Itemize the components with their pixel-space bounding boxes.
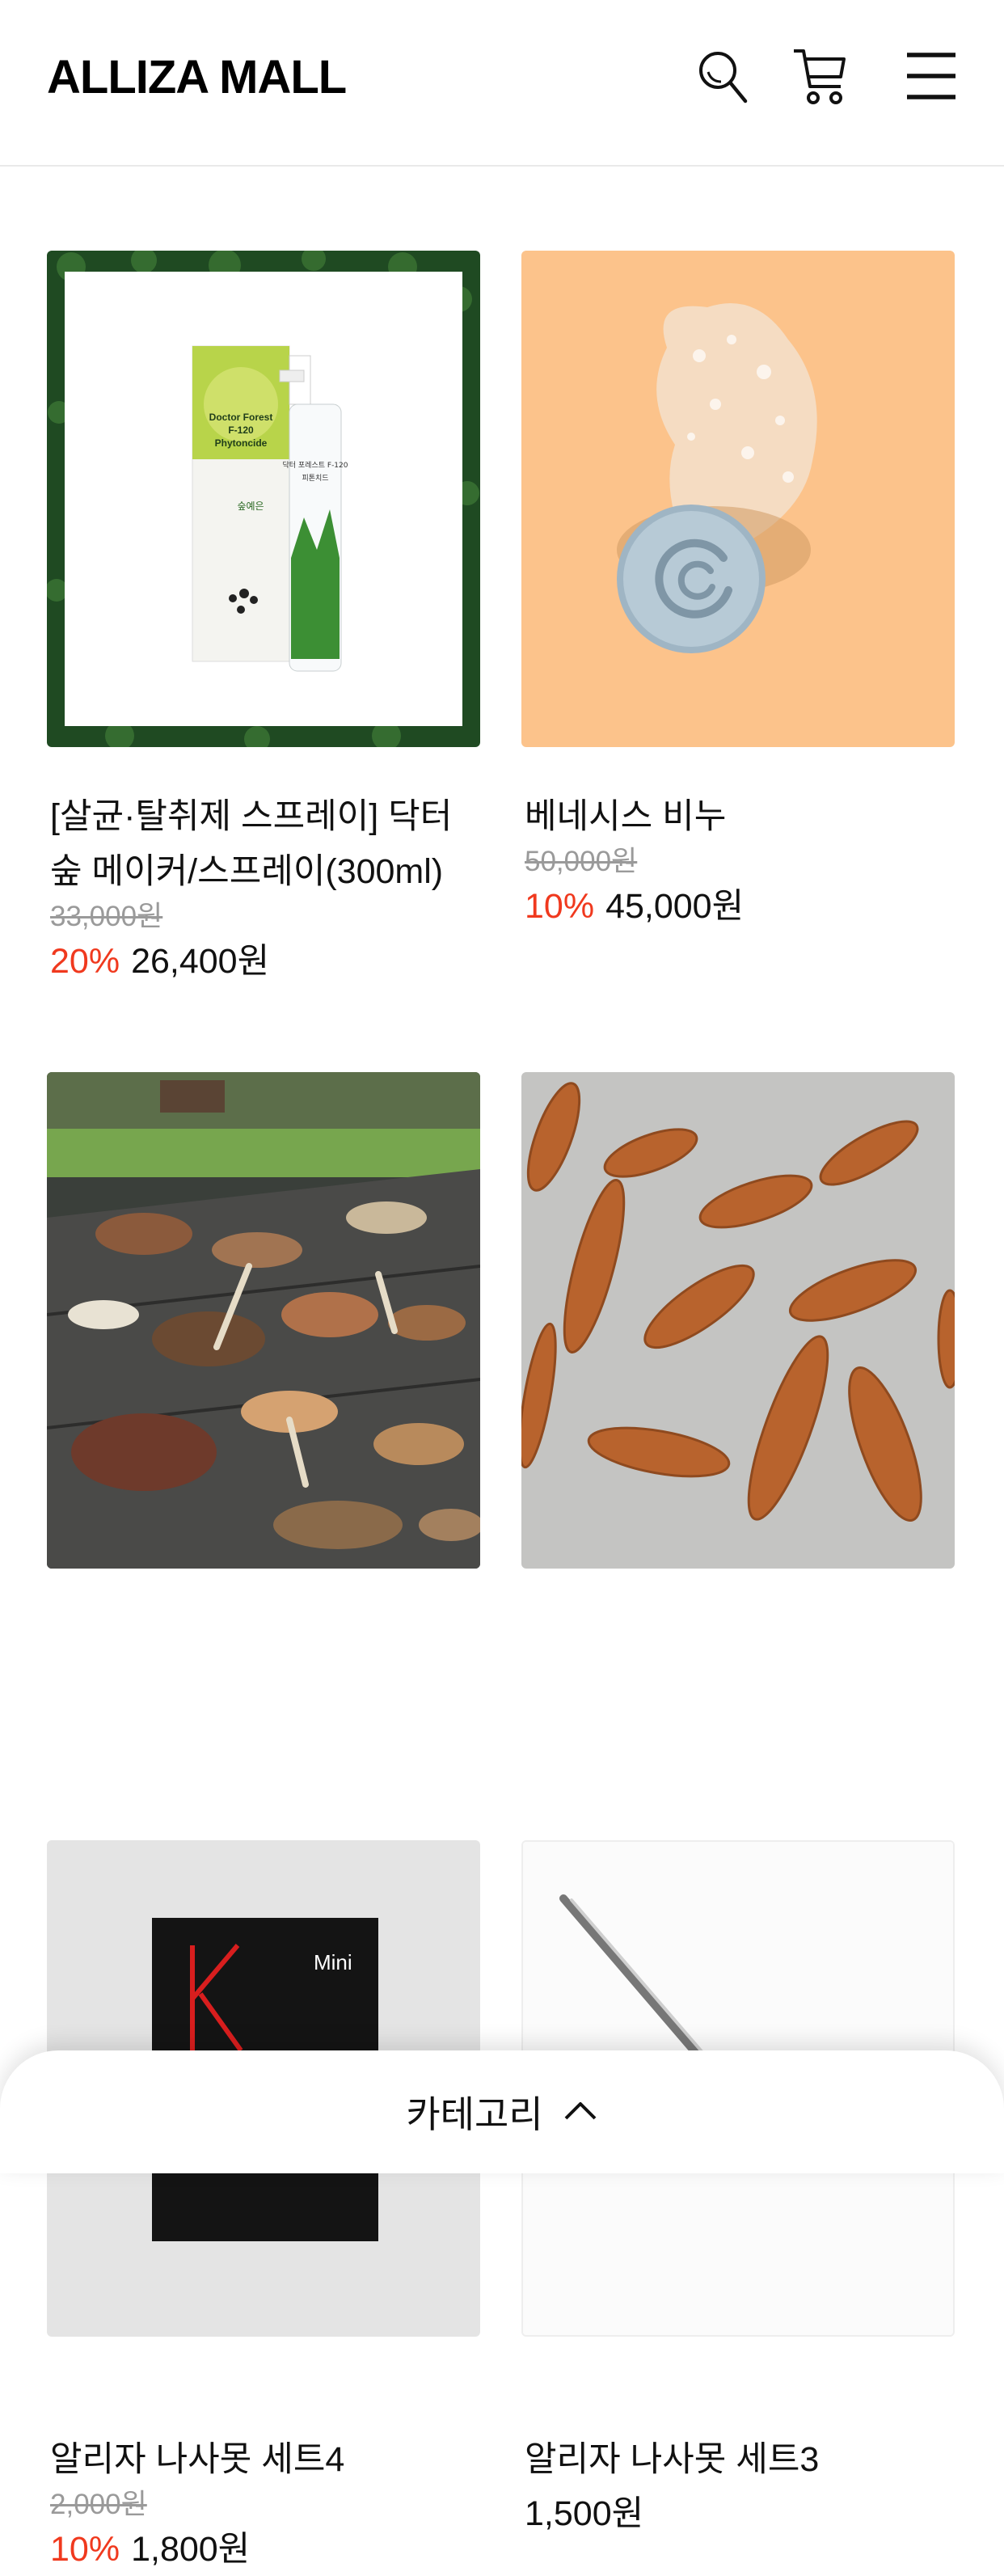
price-line: 1,500원 [525,2487,953,2540]
brand-logo[interactable]: ALLIZA MALL [47,50,347,104]
search-icon[interactable] [689,42,757,110]
bottle-label-text: 닥터 포레스트 F-120 [282,461,348,470]
product-name[interactable]: 베네시스 비누 [525,789,953,844]
chevron-up-icon[interactable] [563,2099,598,2126]
discount-rate: 10% [525,887,595,926]
product-image[interactable]: Doctor Forest F-120 Phytoncide 숲예은 닥터 포레… [47,251,480,747]
box-logo-text: 숲예은 [237,500,264,512]
product-image[interactable] [47,1072,480,1569]
product-name[interactable]: 알리자 나사못 세트3 [525,2432,953,2487]
bottle-type-text: 피톤치드 [302,473,328,483]
header: ALLIZA MALL [0,0,1004,167]
product-name[interactable]: 알리자 나사못 세트4 [50,2432,479,2487]
product-image[interactable] [521,251,955,747]
sale-price: 45,000원 [605,887,745,926]
sale-price: 1,500원 [525,2494,644,2533]
box-type-text: Phytoncide [215,437,268,449]
price-line: 10% 45,000원 [525,880,953,933]
price-line: 10% 1,800원 [50,2523,479,2576]
category-label[interactable]: 카테고리 [406,2085,542,2139]
discount-rate: 20% [50,942,120,981]
category-sheet[interactable]: 카테고리 [0,2050,1004,2173]
sale-price: 26,400원 [131,942,270,981]
product-image[interactable] [521,1072,955,1569]
menu-icon[interactable] [897,42,965,110]
price-line: 20% 26,400원 [50,935,479,988]
box-mini-text: Mini [314,1950,352,1974]
original-price: 33,000원 [50,901,163,932]
original-price: 2,000원 [50,2489,147,2520]
product-name[interactable]: [살균·탈취제 스프레이] 닥터숲 메이커/스프레이(300ml) [50,789,479,899]
cart-icon[interactable] [786,42,854,110]
discount-rate: 10% [50,2530,120,2569]
box-brand-text: Doctor Forest [209,412,273,423]
original-price: 50,000원 [525,846,638,877]
box-model-text: F-120 [228,424,254,436]
sale-price: 1,800원 [131,2530,251,2569]
